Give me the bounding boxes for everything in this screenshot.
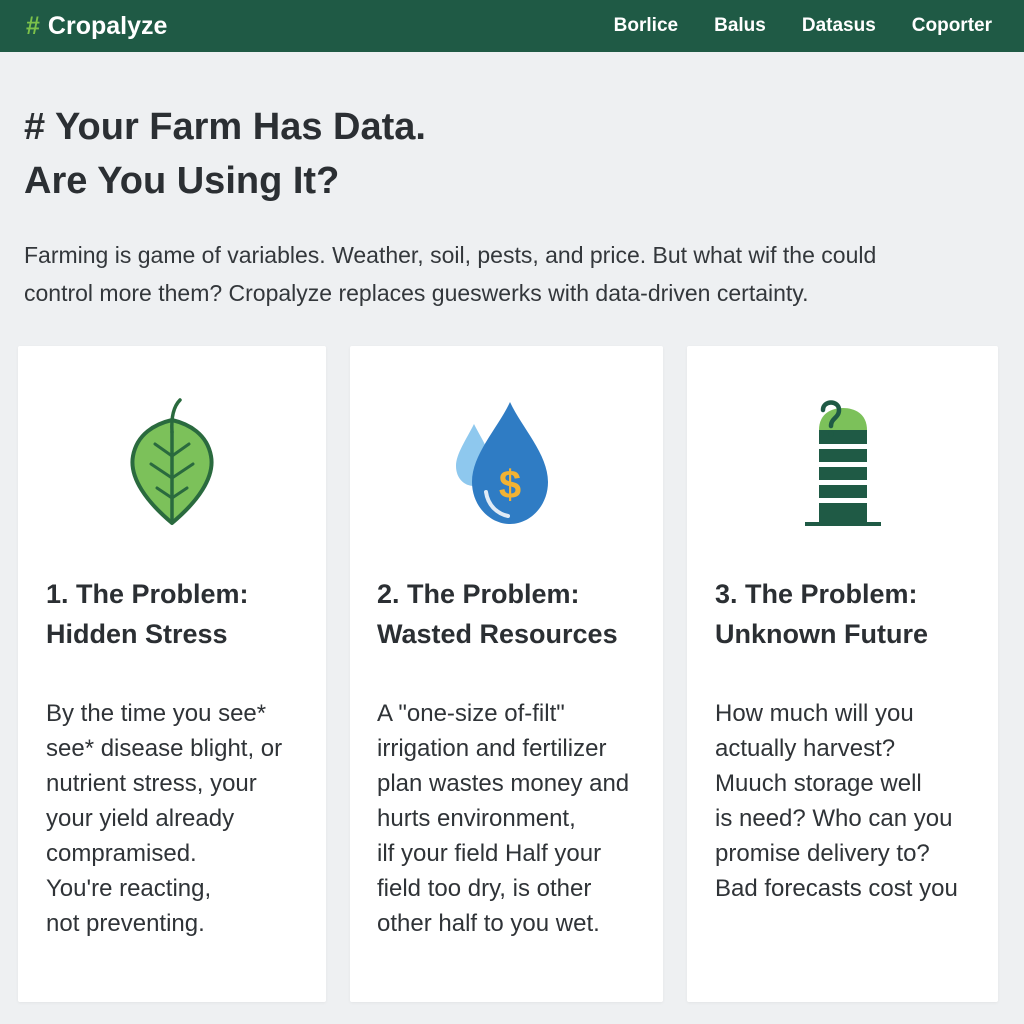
main-nav: Borlice Balus Datasus Coporter (614, 15, 992, 37)
nav-item-coporter[interactable]: Coporter (912, 15, 992, 37)
card-title: 2. The Problem: Wasted Resources (377, 574, 657, 654)
hero-intro: Farming is game of variables. Weather, s… (24, 236, 984, 312)
card-title: 3. The Problem: Unknown Future (715, 574, 991, 654)
hero-title-line-1: # Your Farm Has Data. (24, 106, 426, 148)
card-body: A "one-size of-filt" irrigation and fert… (377, 700, 630, 937)
top-navbar: # Cropalyze Borlice Balus Datasus Coport… (0, 0, 1024, 52)
card-title-line-1: 3. The Problem: (715, 579, 918, 609)
svg-text:$: $ (498, 463, 520, 507)
nav-item-datasus[interactable]: Datasus (802, 15, 876, 37)
problem-cards: 1. The Problem: Hidden Stress By the tim… (0, 346, 1024, 1004)
hero-title: # Your Farm Has Data. Are You Using It? (24, 100, 984, 208)
nav-item-borlice[interactable]: Borlice (614, 15, 678, 37)
storage-silo-question-icon (687, 396, 998, 531)
leaf-icon (18, 396, 326, 531)
card-title-line-1: 1. The Problem: (46, 579, 249, 609)
problem-card-unknown-future: 3. The Problem: Unknown Future How much … (687, 346, 998, 1002)
problem-card-hidden-stress: 1. The Problem: Hidden Stress By the tim… (18, 346, 326, 1002)
hero-intro-line-2: control more them? Cropalyze replaces gu… (24, 280, 809, 306)
card-title-line-2: Wasted Resources (377, 619, 618, 649)
card-body: By the time you see* see* disease blight… (46, 700, 283, 937)
card-title-line-2: Unknown Future (715, 619, 928, 649)
hero-section: # Your Farm Has Data. Are You Using It? … (24, 100, 984, 312)
card-title-line-1: 2. The Problem: (377, 579, 580, 609)
card-title: 1. The Problem: Hidden Stress (46, 574, 316, 654)
brand-name: Cropalyze (47, 11, 168, 40)
brand-logo[interactable]: # Cropalyze (26, 12, 167, 41)
problem-card-wasted-resources: $ 2. The Problem: Wasted Resources A "on… (350, 346, 663, 1002)
hero-title-line-2: Are You Using It? (24, 160, 340, 202)
nav-item-balus[interactable]: Balus (714, 15, 766, 37)
water-drop-dollar-icon: $ (350, 396, 663, 531)
hero-intro-line-1: Farming is game of variables. Weather, s… (24, 242, 877, 268)
card-body: How much will you actually harvest? Muuc… (715, 700, 958, 902)
card-title-line-2: Hidden Stress (46, 619, 228, 649)
brand-hash: # (26, 11, 40, 40)
